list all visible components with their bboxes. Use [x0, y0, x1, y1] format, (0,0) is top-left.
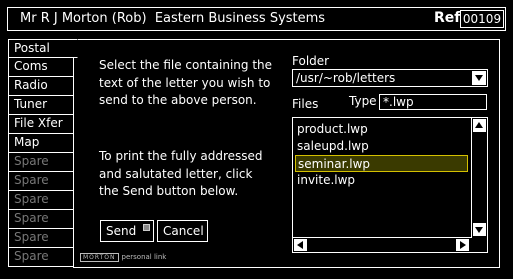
print-instructions: To print the fully addressed and salutat…: [99, 149, 263, 198]
tab-file-xfer[interactable]: File Xfer: [8, 114, 74, 134]
tab-coms[interactable]: Coms: [8, 57, 74, 77]
tab-tuner[interactable]: Tuner: [8, 95, 74, 115]
scroll-up-button[interactable]: [473, 119, 486, 132]
file-item-invite[interactable]: invite.lwp: [295, 172, 468, 189]
send-button[interactable]: Send: [100, 220, 154, 242]
vertical-scrollbar[interactable]: [471, 118, 487, 238]
tab-postal[interactable]: Postal: [8, 39, 78, 58]
type-label: Type: [349, 94, 377, 108]
contact-header: Mr R J Morton (Rob) Eastern Business Sys…: [7, 7, 506, 31]
tab-spare-1[interactable]: Spare: [8, 152, 74, 172]
folder-select[interactable]: /usr/~rob/letters: [292, 69, 488, 87]
morton-logo: MORTON: [80, 253, 119, 262]
contact-title: Mr R J Morton (Rob) Eastern Business Sys…: [20, 11, 326, 26]
scroll-left-button[interactable]: [294, 239, 307, 251]
file-type-input[interactable]: *.lwp: [379, 94, 487, 110]
folder-value: /usr/~rob/letters: [296, 71, 396, 85]
chevron-down-icon: [475, 75, 483, 81]
ref-label: Ref: [434, 10, 461, 26]
folder-label: Folder: [292, 54, 330, 68]
scroll-right-button[interactable]: [456, 239, 469, 251]
side-tabs: Postal Coms Radio Tuner File Xfer Map Sp…: [8, 39, 78, 267]
send-indicator-icon: [143, 224, 150, 231]
folder-dropdown-button[interactable]: [472, 71, 486, 85]
file-item-saleupd[interactable]: saleupd.lwp: [295, 138, 468, 155]
files-label: Files: [292, 97, 319, 111]
brand-mark: MORTON personal link: [80, 253, 166, 262]
tab-spare-6[interactable]: Spare: [8, 247, 74, 267]
file-item-seminar[interactable]: seminar.lwp: [295, 155, 468, 172]
tab-spare-2[interactable]: Spare: [8, 171, 74, 191]
tab-spare-4[interactable]: Spare: [8, 209, 74, 229]
cancel-button[interactable]: Cancel: [157, 220, 208, 242]
file-item-product[interactable]: product.lwp: [295, 121, 468, 138]
arrow-down-icon: [475, 227, 483, 233]
brand-text: personal link: [121, 253, 167, 261]
ref-value: 00109: [460, 10, 504, 28]
tab-map[interactable]: Map: [8, 133, 74, 153]
tab-spare-5[interactable]: Spare: [8, 228, 74, 248]
send-button-label: Send: [106, 224, 137, 238]
arrow-up-icon: [475, 122, 483, 128]
file-list[interactable]: product.lwp saleupd.lwp seminar.lwp invi…: [292, 117, 488, 253]
arrow-left-icon: [297, 241, 303, 249]
postal-panel: Select the file containing the text of t…: [73, 39, 500, 268]
tab-radio[interactable]: Radio: [8, 76, 74, 96]
letter-send-window: Mr R J Morton (Rob) Eastern Business Sys…: [0, 0, 513, 279]
arrow-right-icon: [460, 241, 466, 249]
select-file-instructions: Select the file containing the text of t…: [99, 58, 273, 107]
horizontal-scrollbar[interactable]: [293, 237, 471, 252]
tab-spare-3[interactable]: Spare: [8, 190, 74, 210]
scroll-down-button[interactable]: [473, 223, 486, 236]
